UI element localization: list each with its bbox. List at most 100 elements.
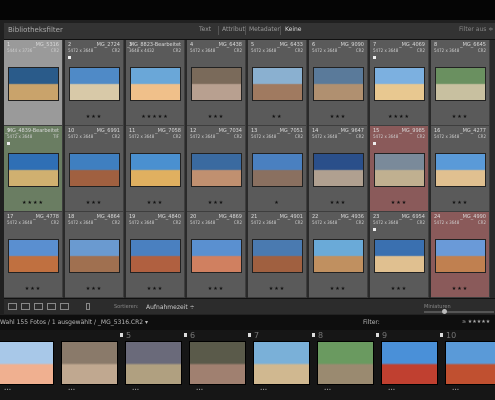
filmstrip-thumbnail[interactable] — [190, 342, 245, 384]
filmstrip-thumbnail[interactable] — [62, 342, 117, 384]
star-rating[interactable]: ★★★ — [309, 200, 367, 206]
thumbnail-size-slider[interactable] — [424, 311, 494, 313]
star-rating[interactable]: ★★★ — [187, 200, 245, 206]
star-rating[interactable]: ★★★ — [126, 200, 184, 206]
photo-thumbnail[interactable] — [70, 68, 119, 100]
grid-cell[interactable]: 11 _MG_7058 5472 x 3648 CR2 ★★★ — [126, 126, 185, 212]
grid-cell[interactable]: 14 _MG_9647 5472 x 3648 CR2 ★★★ — [309, 126, 368, 212]
photo-thumbnail[interactable] — [70, 154, 119, 186]
star-rating[interactable]: ★★★ — [309, 286, 367, 292]
photo-thumbnail[interactable] — [253, 154, 302, 186]
filmstrip-thumbnail[interactable] — [446, 342, 495, 384]
star-rating[interactable]: ★★★★ — [4, 200, 62, 206]
grid-cell[interactable]: 20 _MG_4869 5472 x 3648 CR2 ★★★ — [187, 212, 246, 298]
photo-thumbnail[interactable] — [9, 154, 58, 186]
pick-flag-icon[interactable] — [376, 333, 379, 337]
photo-thumbnail[interactable] — [131, 154, 180, 186]
pick-flag-icon[interactable] — [68, 56, 71, 59]
grid-cell[interactable]: 8 _MG_6645 5472 x 3648 CR2 ★★★ — [431, 40, 490, 126]
compare-view-icon[interactable] — [34, 303, 43, 310]
grid-cell[interactable]: 4 _MG_6438 5472 x 3648 CR2 ★★★ — [187, 40, 246, 126]
star-rating[interactable]: ★★★ — [370, 286, 428, 292]
grid-cell[interactable]: 6 _MG_9090 5472 x 3648 CR2 ★★★ — [309, 40, 368, 126]
grid-cell[interactable]: 7 _MG_4069 5472 x 3648 CR2 ★★★★ — [370, 40, 429, 126]
star-rating[interactable]: ★★ — [248, 114, 306, 120]
grid-cell[interactable]: 2 _MG_2724 5472 x 3648 CR2 ★★★ — [65, 40, 124, 126]
star-rating[interactable]: ★★★ — [65, 114, 123, 120]
photo-thumbnail[interactable] — [314, 68, 363, 100]
photo-thumbnail[interactable] — [314, 154, 363, 186]
grid-cell[interactable]: 16 _MG_4277 5472 x 3648 CR2 ★★★ — [431, 126, 490, 212]
tab-attribute[interactable]: Attribut — [222, 26, 245, 33]
loupe-view-icon[interactable] — [21, 303, 30, 310]
photo-thumbnail[interactable] — [192, 240, 241, 272]
star-rating[interactable]: ★★★ — [309, 114, 367, 120]
grid-view-icon[interactable] — [8, 303, 17, 310]
star-rating[interactable]: ★★★ — [187, 286, 245, 292]
pick-flag-icon[interactable] — [7, 142, 10, 145]
photo-thumbnail[interactable] — [192, 154, 241, 186]
filmstrip-thumbnail[interactable] — [318, 342, 373, 384]
star-rating[interactable]: ★★★ — [4, 286, 62, 292]
photo-thumbnail[interactable] — [9, 240, 58, 272]
filter-preset-dropdown[interactable]: Filter aus ≑ — [459, 26, 493, 33]
painter-icon[interactable] — [86, 303, 90, 310]
pick-flag-icon[interactable] — [248, 333, 251, 337]
survey-view-icon[interactable] — [47, 303, 56, 310]
grid-cell[interactable]: 15 _MG_9985 5472 x 3648 CR2 ★★★ — [370, 126, 429, 212]
photo-thumbnail[interactable] — [131, 68, 180, 100]
photo-thumbnail[interactable] — [375, 240, 424, 272]
grid-cell[interactable]: 19 _MG_4840 5472 x 3648 CR2 ★★★ — [126, 212, 185, 298]
grid-cell[interactable]: 1 _MG_5316 5444 x 3736 CR2 — [4, 40, 63, 126]
grid-cell[interactable]: 23 _MG_6954 5472 x 3648 CR2 ★★★ — [370, 212, 429, 298]
star-rating[interactable]: ★★★ — [65, 286, 123, 292]
star-rating[interactable]: ★★★ — [431, 200, 489, 206]
photo-thumbnail[interactable] — [253, 68, 302, 100]
grid-cell[interactable]: 22 _MG_4936 5472 x 3648 CR2 ★★★ — [309, 212, 368, 298]
star-rating[interactable]: ★★★ — [187, 114, 245, 120]
grid-cell[interactable]: 18 _MG_4864 5472 x 3648 CR2 ★★★ — [65, 212, 124, 298]
sort-dropdown[interactable]: Aufnahmezeit ÷ — [146, 304, 195, 311]
grid-cell[interactable]: 3 _MG_8823-Bearbeitet 3648 x 4432 CR2 ★★★★★ — [126, 40, 185, 126]
grid-cell[interactable]: 13 _MG_7051 5472 x 3648 CR2 ★ — [248, 126, 307, 212]
grid-cell[interactable]: 9 _MG_4839-Bearbeitet 5472 x 3648 TIF ★★★★ — [4, 126, 63, 212]
photo-thumbnail[interactable] — [70, 240, 119, 272]
photo-thumbnail[interactable] — [436, 240, 485, 272]
selection-status[interactable]: Wahl 155 Fotos / 1 ausgewählt / _MG_5316… — [0, 319, 148, 326]
grid-cell[interactable]: 12 _MG_7034 5472 x 3648 CR2 ★★★ — [187, 126, 246, 212]
photo-thumbnail[interactable] — [375, 68, 424, 100]
pick-flag-icon[interactable] — [373, 228, 376, 231]
filmstrip-thumbnail[interactable] — [382, 342, 437, 384]
pick-flag-icon[interactable] — [440, 333, 443, 337]
photo-thumbnail[interactable] — [314, 240, 363, 272]
pick-flag-icon[interactable] — [373, 56, 376, 59]
pick-flag-icon[interactable] — [312, 333, 315, 337]
pick-flag-icon[interactable] — [120, 333, 123, 337]
star-rating[interactable]: ★★★ — [126, 286, 184, 292]
grid-cell[interactable]: 10 _MG_6991 5472 x 3648 CR2 ★★★ — [65, 126, 124, 212]
grid-cell[interactable]: 24 _MG_4990 5472 x 3648 CR2 ★★★ — [431, 212, 490, 298]
star-rating[interactable]: ★★★ — [370, 200, 428, 206]
photo-thumbnail[interactable] — [9, 68, 58, 100]
photo-thumbnail[interactable] — [436, 154, 485, 186]
tab-metadata[interactable]: Metadaten — [249, 26, 281, 33]
filmstrip-thumbnail[interactable] — [254, 342, 309, 384]
star-rating[interactable]: ★★★★★ — [126, 114, 184, 120]
people-view-icon[interactable] — [60, 303, 69, 310]
rating-filter[interactable]: ≥ ★★★★★ — [462, 319, 490, 325]
photo-thumbnail[interactable] — [375, 154, 424, 186]
filmstrip-thumbnail[interactable] — [0, 342, 53, 384]
photo-thumbnail[interactable] — [192, 68, 241, 100]
star-rating[interactable]: ★★★★ — [370, 114, 428, 120]
star-rating[interactable]: ★★★ — [65, 200, 123, 206]
star-rating[interactable]: ★★★ — [431, 286, 489, 292]
tab-none[interactable]: Keine — [285, 26, 302, 33]
grid-cell[interactable]: 17 _MG_4778 5472 x 3648 CR2 ★★★ — [4, 212, 63, 298]
photo-thumbnail[interactable] — [131, 240, 180, 272]
pick-flag-icon[interactable] — [184, 333, 187, 337]
photo-thumbnail[interactable] — [436, 68, 485, 100]
grid-cell[interactable]: 21 _MG_4901 5472 x 3648 CR2 ★★★ — [248, 212, 307, 298]
pick-flag-icon[interactable] — [373, 142, 376, 145]
photo-thumbnail[interactable] — [253, 240, 302, 272]
star-rating[interactable]: ★★★ — [248, 286, 306, 292]
